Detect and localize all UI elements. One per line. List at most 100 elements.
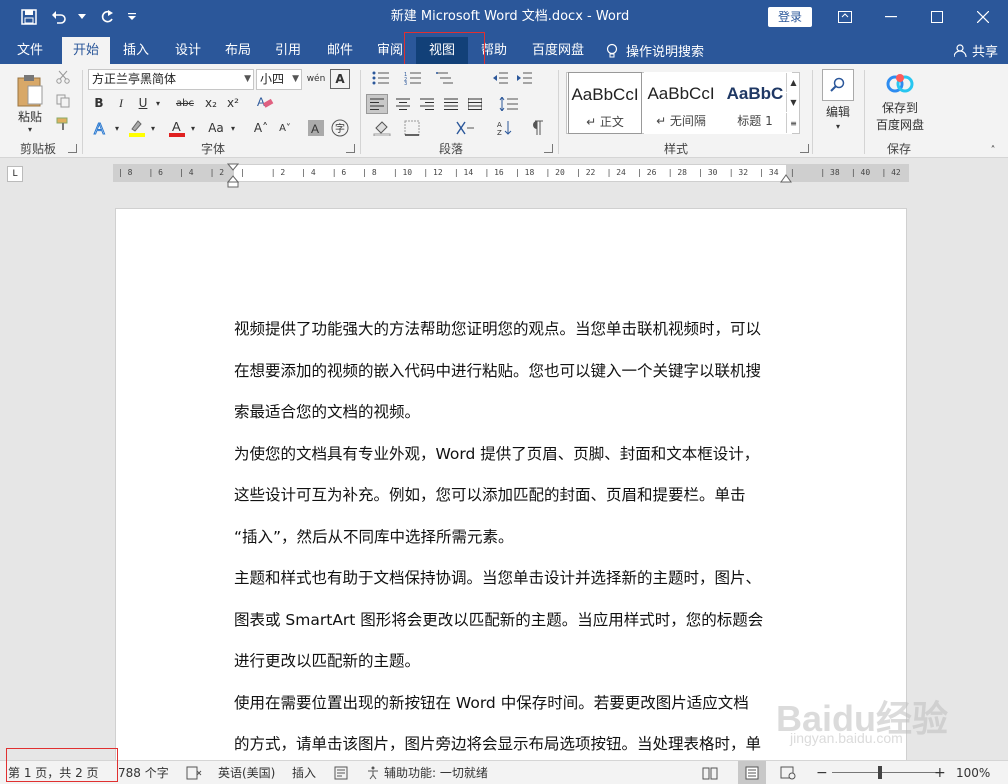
- tab-mailings[interactable]: 邮件: [318, 37, 362, 64]
- macro-recording-icon[interactable]: [334, 761, 348, 784]
- login-button[interactable]: 登录: [768, 7, 812, 27]
- shading-icon[interactable]: [370, 118, 394, 138]
- clear-formatting-icon[interactable]: A: [254, 92, 276, 112]
- tab-references[interactable]: 引用: [266, 37, 310, 64]
- bold-button[interactable]: B: [90, 94, 108, 112]
- share-button[interactable]: 共享: [953, 37, 998, 64]
- font-name-combo[interactable]: 方正兰亭黑简体 ▼: [88, 69, 254, 90]
- tab-baidu-netdisk[interactable]: 百度网盘: [526, 37, 590, 64]
- strikethrough-button[interactable]: abc: [172, 94, 198, 112]
- styles-scroll-up-icon[interactable]: ▲: [786, 73, 800, 92]
- undo-dropdown-icon[interactable]: [72, 0, 92, 34]
- increase-indent-icon[interactable]: [514, 68, 534, 88]
- undo-icon[interactable]: [46, 0, 72, 34]
- close-icon[interactable]: [960, 0, 1006, 34]
- tab-design[interactable]: 设计: [166, 37, 210, 64]
- font-size-combo[interactable]: 小四 ▼: [256, 69, 302, 90]
- insert-mode-indicator[interactable]: 插入: [292, 761, 316, 784]
- highlight-color-icon[interactable]: [126, 118, 148, 138]
- tab-file[interactable]: 文件: [8, 37, 52, 64]
- document-body[interactable]: 视频提供了功能强大的方法帮助您证明您的观点。当您单击联机视频时，可以 在想要添加…: [234, 309, 794, 760]
- underline-dropdown-icon[interactable]: ▾: [152, 94, 164, 112]
- save-icon[interactable]: [12, 0, 46, 34]
- cut-icon[interactable]: [54, 68, 72, 86]
- paste-button[interactable]: 粘贴 ▾: [8, 70, 52, 138]
- styles-launcher-icon[interactable]: [800, 144, 809, 153]
- line-spacing-icon[interactable]: [494, 94, 524, 114]
- indent-marker-icon[interactable]: [227, 160, 239, 188]
- italic-button[interactable]: I: [112, 94, 130, 112]
- zoom-in-button[interactable]: +: [934, 761, 946, 784]
- right-indent-marker-icon[interactable]: [780, 172, 792, 184]
- language-indicator[interactable]: 英语(美国): [218, 761, 275, 784]
- tab-selector-icon[interactable]: L: [7, 166, 23, 182]
- save-to-baidu-netdisk-button[interactable]: 保存到 百度网盘: [870, 70, 930, 136]
- bullets-icon[interactable]: [368, 68, 394, 88]
- character-border-button[interactable]: A: [330, 69, 350, 89]
- word-count[interactable]: 788 个字: [118, 761, 169, 784]
- highlight-dropdown-icon[interactable]: ▾: [148, 118, 158, 138]
- document-page[interactable]: 视频提供了功能强大的方法帮助您证明您的观点。当您单击联机视频时，可以 在想要添加…: [115, 208, 907, 760]
- font-color-dropdown-icon[interactable]: ▾: [188, 118, 198, 138]
- underline-button[interactable]: U: [134, 94, 152, 112]
- minimize-icon[interactable]: [868, 0, 914, 34]
- print-layout-icon[interactable]: [738, 761, 766, 784]
- page-count[interactable]: 第 1 页，共 2 页: [8, 761, 99, 784]
- proofing-icon[interactable]: [186, 761, 202, 784]
- paragraph-launcher-icon[interactable]: [544, 144, 553, 153]
- subscript-button[interactable]: x₂: [202, 94, 220, 112]
- redo-icon[interactable]: [92, 0, 122, 34]
- zoom-level[interactable]: 100%: [956, 761, 990, 784]
- justify-icon[interactable]: [440, 94, 462, 114]
- change-case-dropdown-icon[interactable]: ▾: [228, 118, 238, 138]
- text-effects-dropdown-icon[interactable]: ▾: [112, 118, 122, 138]
- borders-icon[interactable]: [398, 118, 426, 138]
- tab-insert[interactable]: 插入: [114, 37, 158, 64]
- tab-review[interactable]: 审阅: [368, 37, 412, 64]
- style-heading-1[interactable]: AaBbC 标题 1: [718, 72, 792, 134]
- maximize-icon[interactable]: [914, 0, 960, 34]
- change-case-button[interactable]: Aa: [204, 118, 228, 138]
- collapse-ribbon-icon[interactable]: ˄: [986, 144, 1000, 156]
- align-left-icon[interactable]: [366, 94, 388, 114]
- styles-more-icon[interactable]: ≡: [786, 113, 800, 133]
- format-painter-icon[interactable]: [54, 115, 72, 133]
- style-no-spacing[interactable]: AaBbCcI ↵ 无间隔: [644, 72, 718, 134]
- numbering-icon[interactable]: 123: [400, 68, 426, 88]
- enclose-characters-icon[interactable]: 字: [330, 118, 350, 138]
- styles-scroll-down-icon[interactable]: ▼: [786, 93, 800, 112]
- read-mode-icon[interactable]: [702, 761, 718, 784]
- font-launcher-icon[interactable]: [346, 144, 355, 153]
- decrease-indent-icon[interactable]: [490, 68, 510, 88]
- character-shading-icon[interactable]: A: [306, 118, 326, 138]
- font-color-icon[interactable]: A: [166, 118, 188, 138]
- clipboard-launcher-icon[interactable]: [68, 144, 77, 153]
- zoom-slider-track[interactable]: [832, 772, 936, 773]
- shrink-font-button[interactable]: A˅: [274, 118, 296, 138]
- multilevel-list-icon[interactable]: [432, 68, 458, 88]
- document-area[interactable]: 视频提供了功能强大的方法帮助您证明您的观点。当您单击联机视频时，可以 在想要添加…: [0, 190, 1008, 760]
- tab-home[interactable]: 开始: [62, 37, 110, 64]
- tab-view[interactable]: 视图: [416, 37, 468, 64]
- ribbon-display-options-icon[interactable]: [822, 0, 868, 34]
- style-normal[interactable]: AaBbCcI ↵ 正文: [568, 72, 642, 134]
- chinese-layout-icon[interactable]: [450, 118, 480, 138]
- editing-button[interactable]: 编辑 ▾: [818, 68, 858, 132]
- tab-layout[interactable]: 布局: [216, 37, 260, 64]
- zoom-out-button[interactable]: −: [816, 761, 828, 784]
- sort-icon[interactable]: AZ: [494, 118, 516, 138]
- accessibility-checker[interactable]: 辅助功能: 一切就绪: [366, 761, 488, 784]
- superscript-button[interactable]: x²: [224, 94, 242, 112]
- customize-qat-icon[interactable]: [122, 0, 142, 34]
- distributed-icon[interactable]: [464, 94, 486, 114]
- tab-help[interactable]: 帮助: [472, 37, 516, 64]
- align-center-icon[interactable]: [392, 94, 414, 114]
- zoom-slider-handle[interactable]: [878, 766, 882, 779]
- tell-me-search[interactable]: 操作说明搜索: [606, 37, 704, 64]
- copy-icon[interactable]: [54, 92, 72, 110]
- align-right-icon[interactable]: [416, 94, 438, 114]
- web-layout-icon[interactable]: [780, 761, 796, 784]
- phonetic-guide-button[interactable]: wén: [306, 69, 326, 89]
- show-formatting-marks-icon[interactable]: [526, 118, 548, 138]
- text-effects-icon[interactable]: A: [90, 118, 112, 138]
